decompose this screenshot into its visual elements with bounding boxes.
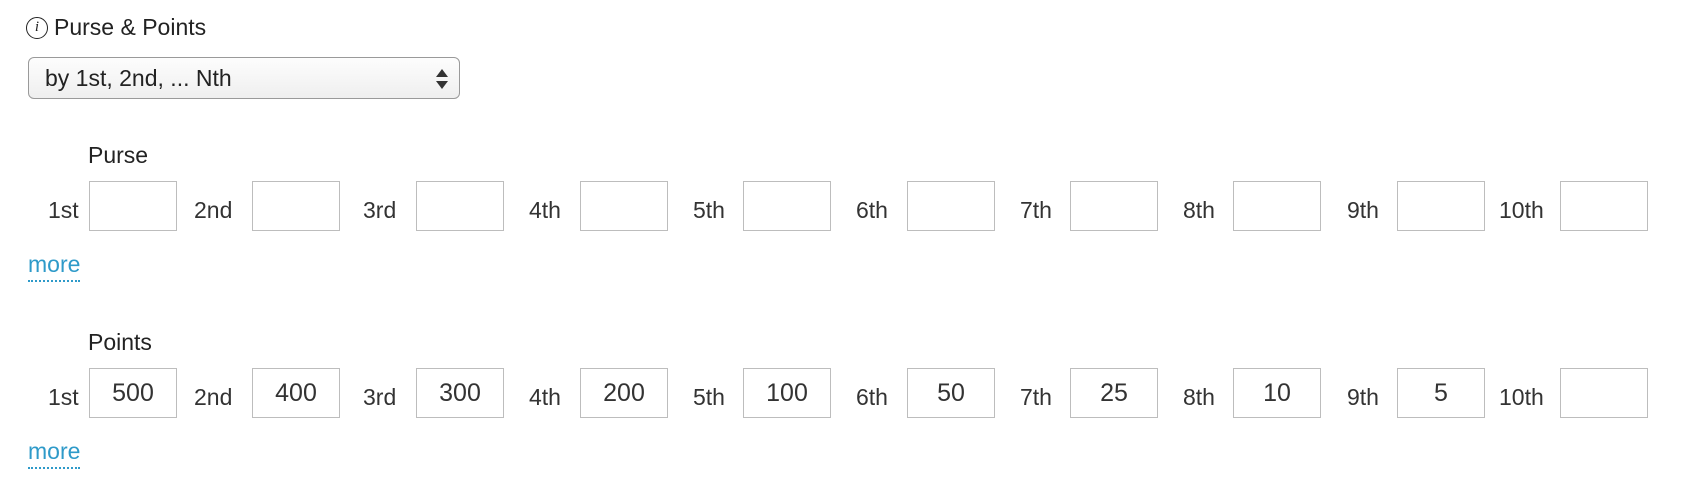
section-title: Purse & Points: [54, 14, 207, 40]
place-label: 1st: [48, 197, 79, 223]
purse-input-7th[interactable]: [1070, 181, 1158, 231]
points-input-6th[interactable]: [907, 368, 995, 418]
purse-input-3rd[interactable]: [416, 181, 504, 231]
place-label: 9th: [1347, 384, 1379, 410]
place-label: 7th: [1020, 197, 1052, 223]
select-arrows-icon: [436, 69, 448, 89]
purse-input-6th[interactable]: [907, 181, 995, 231]
purse-input-9th[interactable]: [1397, 181, 1485, 231]
place-label: 6th: [856, 197, 888, 223]
purse-input-10th[interactable]: [1560, 181, 1648, 231]
purse-more-link[interactable]: more: [28, 252, 81, 282]
points-more-link[interactable]: more: [28, 439, 81, 469]
place-label: 5th: [693, 197, 725, 223]
place-label: 7th: [1020, 384, 1052, 410]
place-label: 10th: [1499, 384, 1544, 410]
points-input-5th[interactable]: [743, 368, 831, 418]
place-label: 1st: [48, 384, 79, 410]
purse-input-5th[interactable]: [743, 181, 831, 231]
place-label: 10th: [1499, 197, 1544, 223]
purse-input-2nd[interactable]: [252, 181, 340, 231]
info-icon[interactable]: i: [26, 16, 48, 39]
purse-label: Purse: [88, 142, 149, 168]
points-input-2nd[interactable]: [252, 368, 340, 418]
distribution-mode-select[interactable]: by 1st, 2nd, ... Nth: [28, 57, 460, 99]
place-label: 4th: [529, 197, 561, 223]
points-input-4th[interactable]: [580, 368, 668, 418]
points-input-3rd[interactable]: [416, 368, 504, 418]
place-label: 2nd: [194, 384, 233, 410]
points-input-9th[interactable]: [1397, 368, 1485, 418]
place-label: 5th: [693, 384, 725, 410]
select-value: by 1st, 2nd, ... Nth: [45, 64, 232, 91]
points-input-8th[interactable]: [1233, 368, 1321, 418]
section-header: i Purse & Points: [26, 14, 206, 41]
purse-input-8th[interactable]: [1233, 181, 1321, 231]
points-label: Points: [88, 329, 152, 355]
place-label: 9th: [1347, 197, 1379, 223]
place-label: 3rd: [363, 384, 397, 410]
place-label: 3rd: [363, 197, 397, 223]
place-label: 8th: [1183, 384, 1215, 410]
purse-input-1st[interactable]: [89, 181, 177, 231]
place-label: 2nd: [194, 197, 233, 223]
points-input-10th[interactable]: [1560, 368, 1648, 418]
place-label: 6th: [856, 384, 888, 410]
points-input-7th[interactable]: [1070, 368, 1158, 418]
points-input-1st[interactable]: [89, 368, 177, 418]
purse-input-4th[interactable]: [580, 181, 668, 231]
place-label: 4th: [529, 384, 561, 410]
place-label: 8th: [1183, 197, 1215, 223]
